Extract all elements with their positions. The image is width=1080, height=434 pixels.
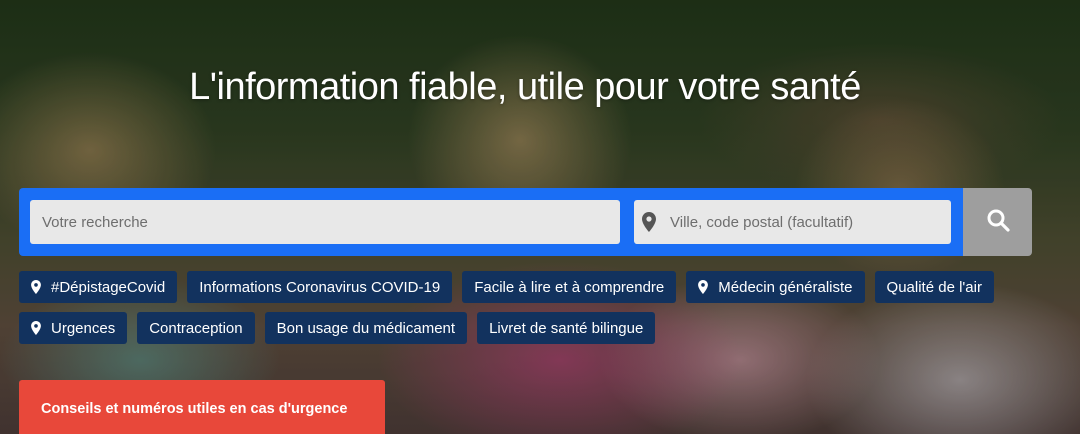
- tag-livret-sante-bilingue[interactable]: Livret de santé bilingue: [477, 312, 656, 344]
- emergency-advice-button[interactable]: Conseils et numéros utiles en cas d'urge…: [19, 380, 385, 434]
- tag-bon-usage-medicament[interactable]: Bon usage du médicament: [264, 312, 468, 344]
- quick-links: #DépistageCovid Informations Coronavirus…: [19, 271, 1039, 353]
- page-title: L'information fiable, utile pour votre s…: [189, 66, 861, 108]
- quick-links-row: #DépistageCovid Informations Coronavirus…: [19, 271, 1039, 303]
- tag-depistage-covid[interactable]: #DépistageCovid: [19, 271, 178, 303]
- location-pin-icon: [31, 321, 41, 335]
- search-bar: [19, 188, 963, 256]
- quick-links-row: Urgences Contraception Bon usage du médi…: [19, 312, 1039, 344]
- tag-facile-a-lire[interactable]: Facile à lire et à comprendre: [462, 271, 677, 303]
- tag-qualite-air[interactable]: Qualité de l'air: [874, 271, 994, 303]
- search-icon: [986, 208, 1010, 237]
- location-input[interactable]: [668, 200, 948, 244]
- tag-label: Urgences: [51, 319, 116, 337]
- tag-label: Informations Coronavirus COVID-19: [199, 278, 441, 296]
- search-button[interactable]: [963, 188, 1032, 256]
- emergency-advice-label: Conseils et numéros utiles en cas d'urge…: [41, 401, 348, 417]
- tag-label: Médecin généraliste: [718, 278, 853, 296]
- tag-label: #DépistageCovid: [51, 278, 166, 296]
- location-pin-icon: [31, 280, 41, 294]
- tag-label: Facile à lire et à comprendre: [474, 278, 665, 296]
- hero-banner: L'information fiable, utile pour votre s…: [0, 0, 1080, 434]
- location-field[interactable]: [634, 200, 951, 244]
- location-pin-icon: [642, 212, 656, 237]
- tag-label: Livret de santé bilingue: [489, 319, 644, 337]
- tag-urgences[interactable]: Urgences: [19, 312, 128, 344]
- location-pin-icon: [698, 280, 709, 294]
- tag-label: Qualité de l'air: [886, 278, 982, 296]
- tag-label: Bon usage du médicament: [276, 319, 456, 337]
- tag-label: Contraception: [149, 319, 243, 337]
- search-input[interactable]: [30, 200, 620, 244]
- tag-contraception[interactable]: Contraception: [137, 312, 255, 344]
- tag-coronavirus-info[interactable]: Informations Coronavirus COVID-19: [187, 271, 453, 303]
- tag-medecin-generaliste[interactable]: Médecin généraliste: [686, 271, 865, 303]
